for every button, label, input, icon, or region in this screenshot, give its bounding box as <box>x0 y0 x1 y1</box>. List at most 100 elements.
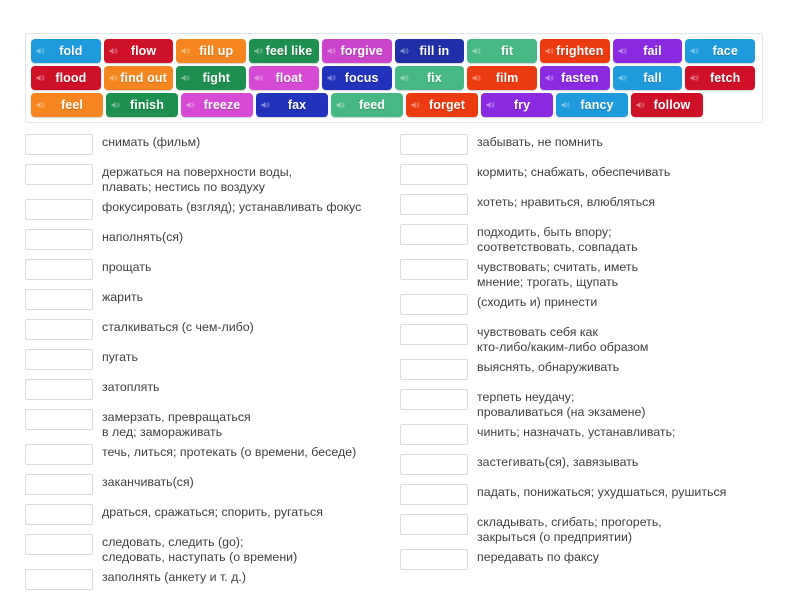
answer-drop-box[interactable] <box>25 444 93 465</box>
word-tile-film[interactable]: film <box>467 66 537 90</box>
answer-drop-box[interactable] <box>25 259 93 280</box>
answer-drop-box[interactable] <box>400 194 468 215</box>
word-tile-feed[interactable]: feed <box>331 93 403 117</box>
definition-text: застегивать(ся), завязывать <box>477 455 639 469</box>
answer-columns: снимать (фильм) держаться на поверхности … <box>25 133 775 598</box>
word-tile-feel[interactable]: feel <box>31 93 103 117</box>
word-tile-label: film <box>495 71 519 85</box>
word-tile-label: face <box>712 44 738 58</box>
definition-text: чувствовать себя как кто-либо/каким-либо… <box>477 325 649 354</box>
answer-drop-box[interactable] <box>25 289 93 310</box>
speaker-icon <box>254 47 263 55</box>
word-tile-freeze[interactable]: freeze <box>181 93 253 117</box>
answer-drop-box[interactable] <box>25 229 93 250</box>
answer-row: пугать <box>25 348 400 371</box>
tile-row: feel finish freeze fax feed forget fry fancy fol… <box>31 93 758 117</box>
word-tile-feel-like[interactable]: feel like <box>249 39 319 63</box>
word-tile-forget[interactable]: forget <box>406 93 478 117</box>
word-tile-forgive[interactable]: forgive <box>321 39 392 63</box>
word-tile-float[interactable]: float <box>249 66 319 90</box>
word-tile-fill-in[interactable]: fill in <box>394 39 465 63</box>
answer-drop-box[interactable] <box>400 359 468 380</box>
speaker-icon <box>186 101 195 109</box>
speaker-icon <box>636 101 645 109</box>
speaker-icon <box>545 74 554 82</box>
word-tile-label: fill in <box>419 44 450 58</box>
answer-drop-box[interactable] <box>400 164 468 185</box>
word-tile-label: flood <box>55 71 87 85</box>
definition-text: сталкиваться (с чем-либо) <box>102 320 254 334</box>
word-tile-find-out[interactable]: find out <box>103 66 174 90</box>
word-tile-label: follow <box>653 98 691 112</box>
answer-drop-box[interactable] <box>400 134 468 155</box>
word-tile-finish[interactable]: finish <box>106 93 178 117</box>
answer-row: терпеть неудачу; проваливаться (на экзам… <box>400 388 775 419</box>
word-tile-fit[interactable]: fit <box>467 39 537 63</box>
tile-row: flood find out fight float focus fix film faste… <box>31 66 758 90</box>
answer-drop-box[interactable] <box>400 454 468 475</box>
word-tile-fill-up[interactable]: fill up <box>176 39 247 63</box>
answer-drop-box[interactable] <box>400 224 468 245</box>
answer-drop-box[interactable] <box>400 549 468 570</box>
word-tile-focus[interactable]: focus <box>321 66 392 90</box>
word-tile-fold[interactable]: fold <box>31 39 101 63</box>
answer-drop-box[interactable] <box>25 164 93 185</box>
speaker-icon <box>36 101 45 109</box>
speaker-icon <box>690 47 699 55</box>
answer-row: складывать, сгибать; прогореть, закрытьс… <box>400 513 775 544</box>
word-tile-fall[interactable]: fall <box>612 66 683 90</box>
answer-row: драться, сражаться; спорить, ругаться <box>25 503 400 526</box>
definition-text: фокусировать (взгляд); устанавливать фок… <box>102 200 362 214</box>
word-tile-frighten[interactable]: frighten <box>539 39 610 63</box>
answer-row: заполнять (анкету и т. д.) <box>25 568 400 591</box>
answer-row: наполнять(ся) <box>25 228 400 251</box>
word-tile-label: fasten <box>561 71 599 85</box>
answer-drop-box[interactable] <box>25 409 93 430</box>
word-tile-label: finish <box>130 98 164 112</box>
definition-text: пугать <box>102 350 138 364</box>
word-tile-fry[interactable]: fry <box>481 93 553 117</box>
speaker-icon <box>561 101 570 109</box>
speaker-icon <box>36 47 45 55</box>
word-tile-follow[interactable]: follow <box>631 93 703 117</box>
speaker-icon <box>618 74 627 82</box>
word-tile-fix[interactable]: fix <box>394 66 465 90</box>
answer-row: (сходить и) принести <box>400 293 775 316</box>
word-tile-label: find out <box>120 71 167 85</box>
definition-text: падать, понижаться; ухудшаться, рушиться <box>477 485 727 499</box>
word-tile-fight[interactable]: fight <box>176 66 247 90</box>
word-tile-fetch[interactable]: fetch <box>685 66 756 90</box>
answer-drop-box[interactable] <box>25 319 93 340</box>
word-tile-fasten[interactable]: fasten <box>539 66 610 90</box>
word-tile-fax[interactable]: fax <box>256 93 328 117</box>
word-tile-flow[interactable]: flow <box>103 39 174 63</box>
answer-drop-box[interactable] <box>400 259 468 280</box>
answer-drop-box[interactable] <box>400 294 468 315</box>
word-tile-label: fold <box>59 44 83 58</box>
word-tile-face[interactable]: face <box>685 39 756 63</box>
answer-drop-box[interactable] <box>25 569 93 590</box>
word-tile-label: fax <box>287 98 307 112</box>
answer-drop-box[interactable] <box>25 534 93 555</box>
answer-drop-box[interactable] <box>25 349 93 370</box>
answer-drop-box[interactable] <box>25 504 93 525</box>
answer-drop-box[interactable] <box>400 514 468 535</box>
definition-text: драться, сражаться; спорить, ругаться <box>102 505 323 519</box>
word-tile-fail[interactable]: fail <box>612 39 683 63</box>
word-tile-label: fill up <box>199 44 234 58</box>
answer-drop-box[interactable] <box>400 484 468 505</box>
answer-row: выяснять, обнаруживать <box>400 358 775 381</box>
answer-drop-box[interactable] <box>400 324 468 345</box>
answer-drop-box[interactable] <box>400 389 468 410</box>
answer-drop-box[interactable] <box>400 424 468 445</box>
answer-drop-box[interactable] <box>25 199 93 220</box>
answer-drop-box[interactable] <box>25 134 93 155</box>
speaker-icon <box>109 74 118 82</box>
answer-drop-box[interactable] <box>25 379 93 400</box>
speaker-icon <box>472 47 481 55</box>
answer-drop-box[interactable] <box>25 474 93 495</box>
answer-row: затоплять <box>25 378 400 401</box>
word-tile-flood[interactable]: flood <box>31 66 101 90</box>
word-tile-fancy[interactable]: fancy <box>556 93 628 117</box>
word-tile-label: feed <box>358 98 386 112</box>
